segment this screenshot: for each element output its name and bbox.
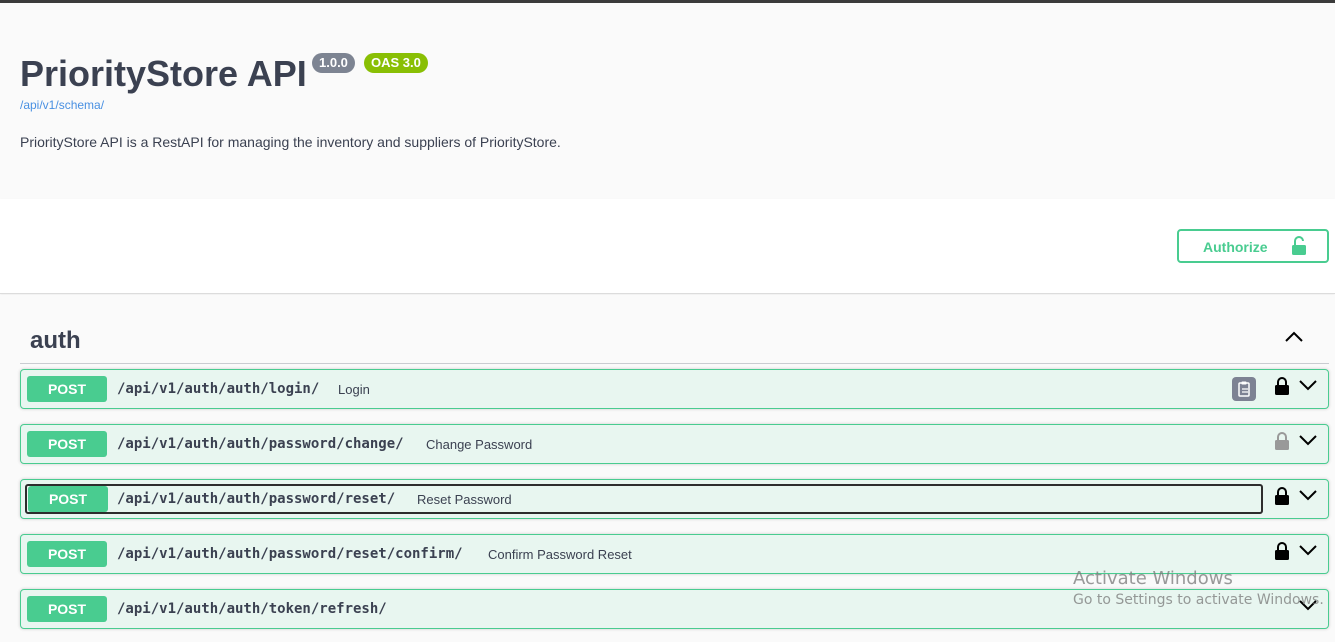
tag-header-auth[interactable]: auth	[20, 311, 1329, 364]
watermark-title: Activate Windows	[1073, 568, 1233, 589]
operation-summary[interactable]: POST /api/v1/auth/auth/login/ Login	[26, 375, 1263, 403]
unlock-icon	[1292, 236, 1306, 255]
operation-password-change[interactable]: POST /api/v1/auth/auth/password/change/ …	[20, 424, 1329, 464]
operation-path: /api/v1/auth/auth/login/	[117, 381, 320, 397]
method-badge: POST	[27, 541, 107, 567]
api-info-section: PriorityStore API 1.0.0 OAS 3.0 /api/v1/…	[0, 3, 1335, 199]
method-badge: POST	[27, 431, 107, 457]
operation-description: Reset Password	[417, 492, 512, 507]
copy-to-clipboard-button[interactable]	[1232, 377, 1256, 401]
method-badge: POST	[27, 596, 107, 622]
page-title: PriorityStore API	[20, 53, 307, 94]
lock-icon[interactable]	[1274, 486, 1290, 506]
operation-path: /api/v1/auth/auth/password/change/	[117, 436, 404, 452]
lock-icon[interactable]	[1274, 376, 1290, 396]
clipboard-icon	[1238, 381, 1250, 397]
chevron-down-icon[interactable]	[1299, 434, 1317, 446]
chevron-down-icon[interactable]	[1299, 544, 1317, 556]
method-badge: POST	[27, 376, 107, 402]
operation-path: /api/v1/auth/auth/token/refresh/	[117, 601, 387, 617]
chevron-down-icon[interactable]	[1299, 489, 1317, 501]
auth-bar: Authorize	[0, 199, 1335, 294]
oas-badge: OAS 3.0	[364, 53, 428, 73]
operation-summary[interactable]: POST /api/v1/auth/auth/password/reset/co…	[26, 540, 1263, 568]
operation-summary[interactable]: POST /api/v1/auth/auth/password/reset/ R…	[25, 484, 1263, 514]
operation-summary[interactable]: POST /api/v1/auth/auth/password/change/ …	[26, 430, 1263, 458]
windows-activation-watermark: Activate Windows Go to Settings to activ…	[1073, 568, 1324, 608]
watermark-subtitle: Go to Settings to activate Windows.	[1073, 592, 1324, 608]
method-badge: POST	[28, 486, 108, 512]
api-description: PriorityStore API is a RestAPI for manag…	[20, 134, 561, 150]
tag-title: auth	[30, 327, 81, 354]
operation-path: /api/v1/auth/auth/password/reset/	[117, 491, 396, 507]
operation-password-reset[interactable]: POST /api/v1/auth/auth/password/reset/ R…	[20, 479, 1329, 519]
version-badge: 1.0.0	[312, 53, 355, 73]
operation-description: Change Password	[426, 437, 533, 452]
chevron-down-icon[interactable]	[1299, 379, 1317, 391]
chevron-up-icon[interactable]	[1285, 331, 1303, 343]
schema-link[interactable]: /api/v1/schema/	[20, 98, 104, 112]
authorize-button[interactable]: Authorize	[1177, 229, 1329, 263]
operation-description: Login	[338, 382, 370, 397]
lock-icon[interactable]	[1274, 541, 1290, 561]
operation-login[interactable]: POST /api/v1/auth/auth/login/ Login	[20, 369, 1329, 409]
operation-path: /api/v1/auth/auth/password/reset/confirm…	[117, 546, 463, 562]
operation-description: Confirm Password Reset	[488, 547, 632, 562]
authorize-label: Authorize	[1203, 239, 1268, 255]
lock-icon[interactable]	[1274, 431, 1290, 451]
